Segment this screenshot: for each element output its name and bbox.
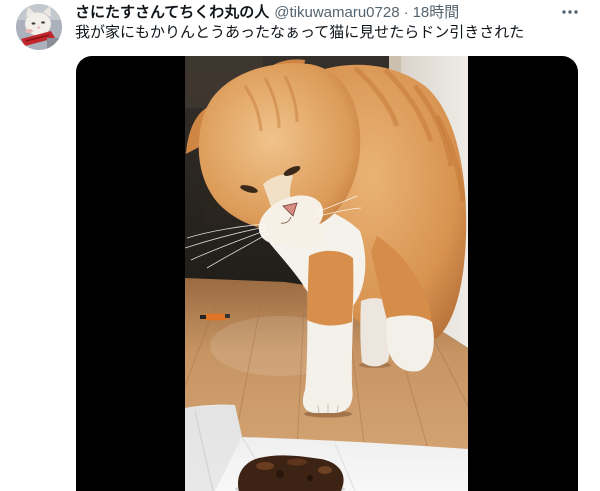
cat-front-leg <box>302 250 354 414</box>
tweet-card[interactable]: さにたすさんてちくわ丸の人 @tikuwamaru0728 · 18時間 我が家… <box>0 0 600 491</box>
separator-dot: · <box>403 4 409 21</box>
avatar[interactable] <box>16 4 62 50</box>
media-frame <box>185 56 468 491</box>
more-button[interactable] <box>558 4 582 20</box>
tweet-text: 我が家にもかりんとうあったなぁって猫に見せたらドン引きされた <box>75 24 525 41</box>
author-handle[interactable]: @tikuwamaru0728 <box>274 3 399 23</box>
author-name[interactable]: さにたすさんてちくわ丸の人 <box>75 3 269 23</box>
media-photo <box>185 56 468 491</box>
toy-on-floor <box>200 313 230 321</box>
more-horizontal-icon <box>562 10 578 14</box>
timestamp[interactable]: 18時間 <box>413 3 460 23</box>
tweet-media[interactable] <box>76 56 578 491</box>
tweet-header: さにたすさんてちくわ丸の人 @tikuwamaru0728 · 18時間 <box>75 3 459 23</box>
avatar-image <box>16 4 62 50</box>
